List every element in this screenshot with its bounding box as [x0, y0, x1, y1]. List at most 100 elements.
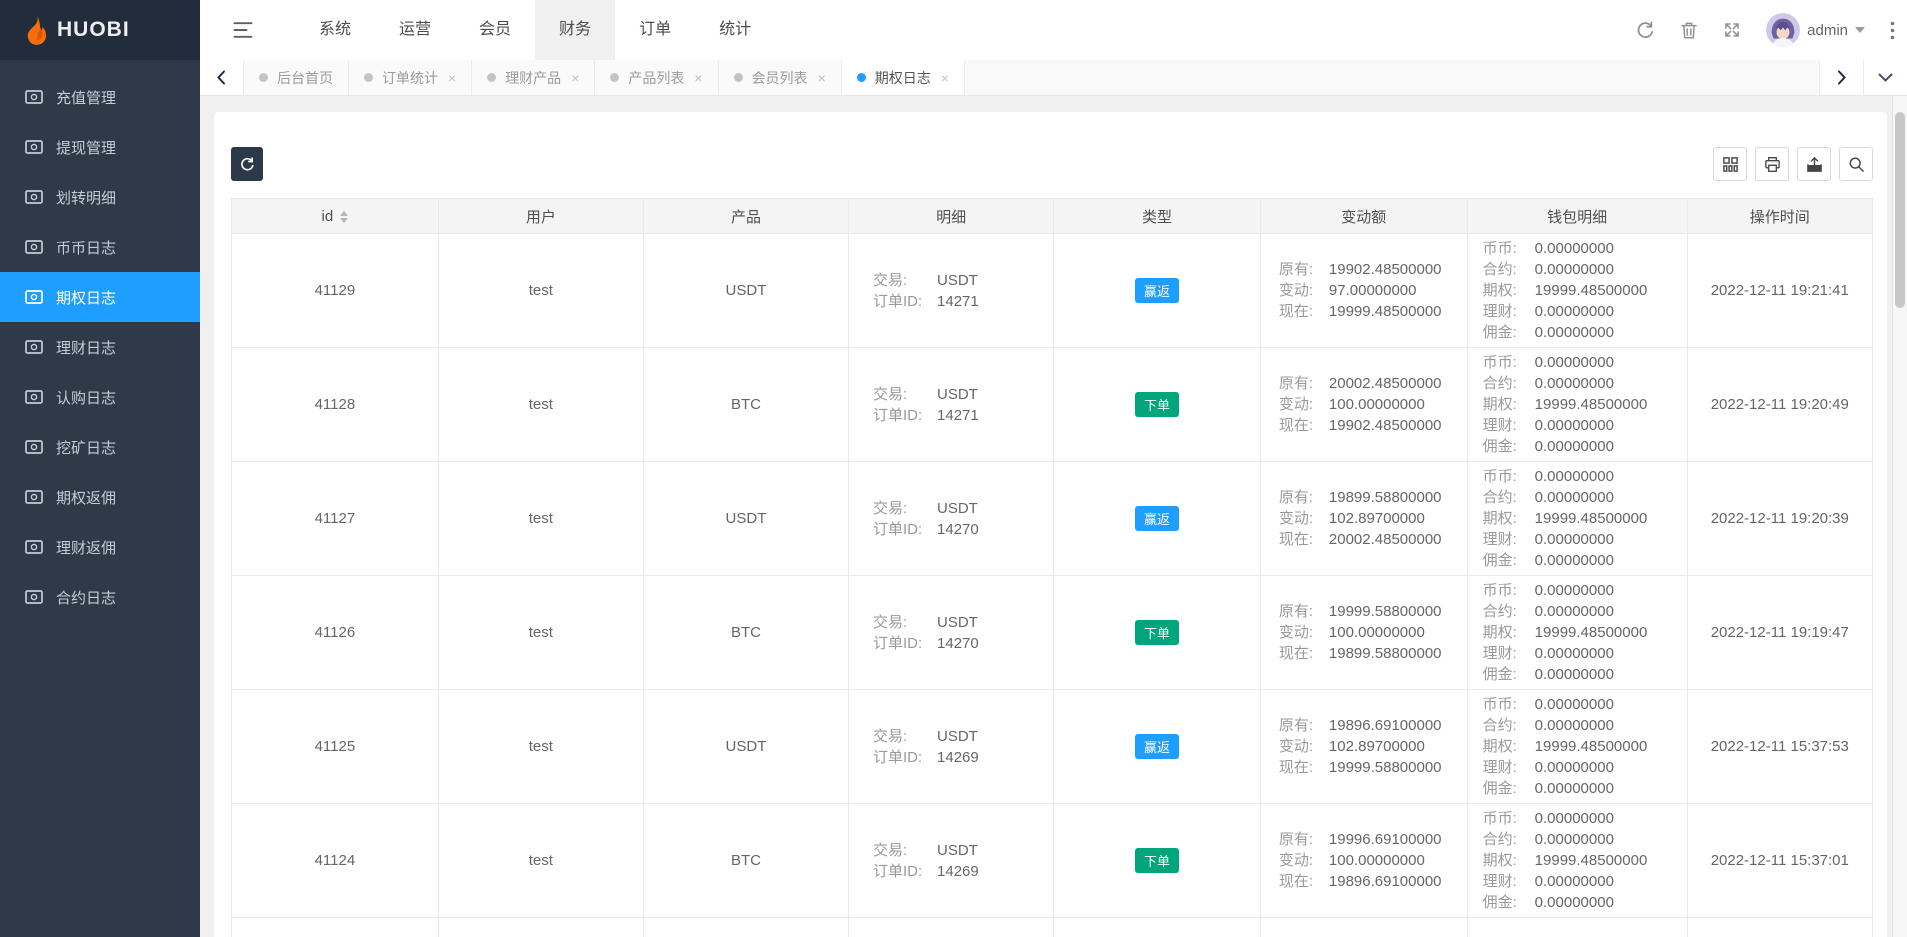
close-icon[interactable]: × [571, 70, 579, 86]
cell-detail: 交易:USDT订单ID:14269 [849, 690, 1054, 804]
cell-user: test [438, 576, 643, 690]
cell-id: 41127 [232, 462, 439, 576]
col-header: 操作时间 [1687, 199, 1872, 234]
cell-id: 41126 [232, 576, 439, 690]
sort-icon[interactable] [340, 211, 348, 223]
search-icon[interactable] [1839, 147, 1873, 181]
cell-wallet: 币币:0.00000000合约:0.00000000期权:19999.48500… [1467, 348, 1687, 462]
tab-dot-icon [734, 73, 743, 82]
sidebar-item-10[interactable]: 合约日志 [0, 572, 200, 622]
scrollbar-thumb[interactable] [1895, 112, 1905, 308]
app-root: HUOBI 充值管理 提现管理 划转明细 [0, 0, 1907, 937]
sidebar-item-label: 币币日志 [56, 237, 116, 258]
cell-product: BTC [643, 804, 848, 918]
cell-product: BTC [643, 576, 848, 690]
refresh-icon[interactable] [1636, 21, 1655, 40]
fullscreen-icon[interactable] [1723, 21, 1741, 39]
tabs-scroll-right-icon[interactable] [1819, 60, 1863, 95]
table-row: 41125 test USDT 交易:USDT订单ID:14269 赢返 原有:… [232, 690, 1873, 804]
tab-5[interactable]: 期权日志 × [842, 60, 965, 95]
tab-3[interactable]: 产品列表 × [595, 60, 718, 95]
chevron-down-icon [1855, 27, 1865, 33]
user-menu[interactable]: admin [1766, 13, 1865, 47]
sidebar-item-3[interactable]: 币币日志 [0, 222, 200, 272]
close-icon[interactable]: × [941, 70, 949, 86]
sidebar-item-8[interactable]: 期权返佣 [0, 472, 200, 522]
more-vertical-icon[interactable] [1890, 21, 1895, 40]
cell-wallet: 币币:0.00000000合约:0.00000000期权:19999.48500… [1467, 462, 1687, 576]
cell-wallet: 币币:0.00000000合约:0.00000000期权:19999.48500… [1467, 576, 1687, 690]
cell-detail: 交易:USDT订单ID:14270 [849, 576, 1054, 690]
cell-change: 原有:19999.58800000变动:100.00000000现在:19899… [1260, 576, 1467, 690]
cell-detail: 交易:USDT订单ID:14270 [849, 462, 1054, 576]
tab-2[interactable]: 理财产品 × [472, 60, 595, 95]
tab-0[interactable]: 后台首页 [244, 60, 349, 95]
cell-type: 下单 [1054, 348, 1261, 462]
cell-detail: 交易:USDT订单ID:14269 [849, 804, 1054, 918]
sidebar-item-2[interactable]: 划转明细 [0, 172, 200, 222]
sidebar: HUOBI 充值管理 提现管理 划转明细 [0, 0, 200, 937]
export-icon[interactable] [1797, 147, 1831, 181]
topnav-item-1[interactable]: 运营 [375, 0, 455, 60]
tabs: 后台首页 订单统计 × 理财产品 × 产品列表 × 会员列表 × 期权日志 × [244, 60, 965, 95]
topbar: 系统 运营 会员 财务 订单 统计 [200, 0, 1907, 60]
topnav-item-2[interactable]: 会员 [455, 0, 535, 60]
print-icon[interactable] [1755, 147, 1789, 181]
tab-4[interactable]: 会员列表 × [719, 60, 842, 95]
table-row: 原有:19899.69100000 币币:0.00000000合约:0.0000… [232, 918, 1873, 937]
tab-label: 产品列表 [628, 68, 684, 88]
cell-wallet: 币币:0.00000000合约:0.00000000期权:19999.48500… [1467, 234, 1687, 348]
tabs-menu-icon[interactable] [1863, 60, 1907, 95]
col-header: 产品 [643, 199, 848, 234]
content: id用户产品明细类型变动额钱包明细操作时间 41129 test USDT 交易… [200, 96, 1907, 937]
vertical-scrollbar[interactable] [1892, 96, 1907, 937]
brand-logo[interactable]: HUOBI [0, 0, 200, 60]
cell-time: 2022-12-11 15:37:53 [1687, 690, 1872, 804]
banknote-icon [25, 340, 43, 354]
cell-user: test [438, 348, 643, 462]
tabs-scroll-left-icon[interactable] [200, 60, 244, 95]
columns-icon[interactable] [1713, 147, 1747, 181]
table-row: 41127 test USDT 交易:USDT订单ID:14270 赢返 原有:… [232, 462, 1873, 576]
tab-1[interactable]: 订单统计 × [349, 60, 472, 95]
cell-change: 原有:19899.69100000 [1260, 918, 1467, 937]
table-row: 41128 test BTC 交易:USDT订单ID:14271 下单 原有:2… [232, 348, 1873, 462]
close-icon[interactable]: × [448, 70, 456, 86]
sidebar-item-4[interactable]: 期权日志 [0, 272, 200, 322]
trash-icon[interactable] [1680, 21, 1698, 40]
table-row: 41129 test USDT 交易:USDT订单ID:14271 赢返 原有:… [232, 234, 1873, 348]
sidebar-item-7[interactable]: 挖矿日志 [0, 422, 200, 472]
banknote-icon [25, 240, 43, 254]
tab-label: 理财产品 [505, 68, 561, 88]
banknote-icon [25, 440, 43, 454]
sidebar-item-6[interactable]: 认购日志 [0, 372, 200, 422]
close-icon[interactable]: × [694, 70, 702, 86]
banknote-icon [25, 390, 43, 404]
sidebar-collapse-icon[interactable] [233, 21, 253, 39]
topnav-item-5[interactable]: 统计 [695, 0, 775, 60]
table-head: id用户产品明细类型变动额钱包明细操作时间 [232, 199, 1873, 234]
cell-detail [849, 918, 1054, 937]
topnav-item-4[interactable]: 订单 [615, 0, 695, 60]
col-header[interactable]: id [232, 199, 439, 234]
tab-dot-icon [259, 73, 268, 82]
topnav-item-3[interactable]: 财务 [535, 0, 615, 60]
sidebar-item-9[interactable]: 理财返佣 [0, 522, 200, 572]
cell-time: 2022-12-11 19:20:49 [1687, 348, 1872, 462]
cell-user: test [438, 690, 643, 804]
flame-icon [22, 16, 47, 45]
topnav-item-0[interactable]: 系统 [295, 0, 375, 60]
cell-id: 41124 [232, 804, 439, 918]
cell-change: 原有:19899.58800000变动:102.89700000现在:20002… [1260, 462, 1467, 576]
table-refresh-button[interactable] [231, 147, 263, 181]
sidebar-item-1[interactable]: 提现管理 [0, 122, 200, 172]
tab-label: 期权日志 [875, 68, 931, 88]
col-header: 用户 [438, 199, 643, 234]
sidebar-item-0[interactable]: 充值管理 [0, 72, 200, 122]
sidebar-item-5[interactable]: 理财日志 [0, 322, 200, 372]
type-badge: 赢返 [1135, 506, 1179, 531]
cell-product: USDT [643, 462, 848, 576]
cell-type: 下单 [1054, 576, 1261, 690]
close-icon[interactable]: × [818, 70, 826, 86]
banknote-icon [25, 540, 43, 554]
